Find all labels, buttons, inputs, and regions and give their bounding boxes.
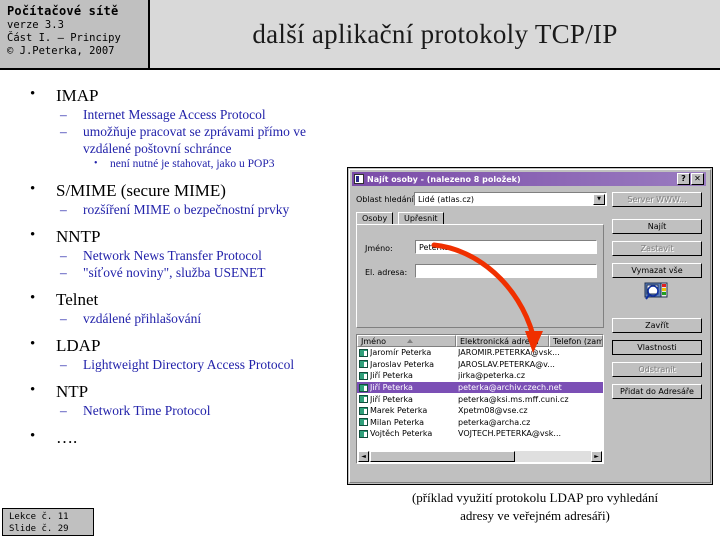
search-scope-select[interactable]: Lidé (atlas.cz) ▼: [414, 192, 607, 206]
table-row[interactable]: Marek Peterka Xpetm08@vse.cz: [357, 405, 603, 417]
column-header-email[interactable]: Elektronická adresa: [456, 335, 549, 347]
contact-card-icon: [359, 395, 368, 404]
bullet-imap-sub-1: Internet Message Access Protocol: [18, 106, 353, 123]
table-row[interactable]: Jaromír Peterka JAROMIR.PETERKA@vsk...: [357, 347, 603, 359]
add-to-address-book-button[interactable]: Přidat do Adresáře: [612, 384, 702, 399]
search-scope-label: Oblast hledání:: [356, 195, 417, 204]
cell-name: Vojtěch Peterka: [370, 429, 433, 439]
contact-card-icon: [359, 360, 368, 369]
cell-email: peterka@ksi.ms.mff.cuni.cz: [458, 394, 569, 404]
scrollbar-track[interactable]: [515, 451, 591, 462]
bullet-imap-sub-2-detail: není nutné je stahovat, jako u POP3: [18, 156, 353, 172]
results-list-header: Jméno Elektronická adresa Telefon (zam.: [357, 335, 603, 347]
close-button[interactable]: Zavřít: [612, 318, 702, 333]
sort-ascending-icon: [406, 339, 413, 343]
clear-all-button[interactable]: Vymazat vše: [612, 263, 702, 278]
email-field[interactable]: [415, 264, 597, 278]
name-field-label: Jméno:: [365, 244, 393, 253]
chevron-down-icon[interactable]: ▼: [593, 194, 605, 205]
find-people-dialog: Najít osoby - (nalezeno 8 položek) ? ✕ O…: [347, 167, 713, 485]
cell-email: jirka@peterka.cz: [458, 371, 526, 381]
horizontal-scrollbar[interactable]: ◄ ►: [358, 451, 602, 462]
slide-number: Slide č. 29: [9, 524, 69, 534]
help-button[interactable]: ?: [677, 173, 690, 185]
cell-name: Jiří Peterka: [370, 371, 413, 381]
cell-email: JAROSLAV.PETERKA@v...: [458, 359, 555, 369]
cell-email: peterka@archiv.czech.net: [458, 383, 562, 393]
bullet-nntp-sub-2: "síťové noviny", služba USENET: [18, 264, 353, 281]
figure-caption: (příklad využití protokolu LDAP pro vyhl…: [360, 489, 710, 525]
address-book-icon: [354, 174, 364, 184]
dialog-tab-panel: Jméno: Peterka El. adresa:: [356, 224, 604, 328]
results-list[interactable]: Jméno Elektronická adresa Telefon (zam. …: [356, 334, 604, 464]
scroll-right-button[interactable]: ►: [591, 451, 602, 462]
bullet-imap-sub-2: umožňuje pracovat se zprávami přímo ve v…: [18, 123, 353, 157]
bullet-more: ….: [18, 427, 353, 447]
delete-button[interactable]: Odstranit: [612, 362, 702, 377]
cell-email: Xpetm08@vse.cz: [458, 406, 528, 416]
results-rows: Jaromír Peterka JAROMIR.PETERKA@vsk... Jar…: [357, 347, 603, 440]
table-row[interactable]: Jiří Peterka peterka@ksi.ms.mff.cuni.cz: [357, 393, 603, 405]
page-title: další aplikační protokoly TCP/IP: [252, 18, 618, 49]
name-field[interactable]: Peterka: [415, 240, 597, 254]
figure-caption-line-2: adresy ve veřejném adresáři): [460, 508, 610, 523]
properties-button[interactable]: Vlastnosti: [612, 340, 702, 355]
search-scope-value: Lidé (atlas.cz): [418, 195, 474, 204]
dialog-title: Najít osoby - (nalezeno 8 položek): [367, 174, 521, 184]
cell-email: JAROMIR.PETERKA@vsk...: [458, 348, 560, 358]
contact-card-icon: [359, 406, 368, 415]
cell-name: Jaromír Peterka: [370, 348, 432, 358]
search-directory-icon: [644, 282, 668, 300]
slide-header-band: Počítačové sítě verze 3.3 Část I. – Prin…: [0, 0, 720, 70]
bullet-smime-sub-1: rozšíření MIME o bezpečnostní prvky: [18, 201, 353, 218]
bullet-nntp: NNTP: [18, 226, 353, 246]
bullet-nntp-sub-1: Network News Transfer Protocol: [18, 247, 353, 264]
table-row[interactable]: Jaroslav Peterka JAROSLAV.PETERKA@v...: [357, 359, 603, 371]
find-button[interactable]: Najít: [612, 219, 702, 234]
bullet-imap: IMAP: [18, 85, 353, 105]
slide-content: IMAP Internet Message Access Protocol um…: [18, 85, 353, 448]
column-header-name-label: Jméno: [361, 337, 387, 346]
table-row[interactable]: Vojtěch Peterka VOJTECH.PETERKA@vsk...: [357, 428, 603, 440]
dialog-titlebar: Najít osoby - (nalezeno 8 položek) ? ✕: [352, 172, 706, 186]
course-copyright: © J.Peterka, 2007: [7, 45, 115, 57]
cell-email: VOJTECH.PETERKA@vsk...: [458, 429, 562, 439]
table-row[interactable]: Jiří Peterka jirka@peterka.cz: [357, 370, 603, 382]
course-version: verze 3.3: [7, 19, 64, 31]
contact-card-icon: [359, 429, 368, 438]
contact-card-icon: [359, 371, 368, 380]
bullet-telnet-sub-1: vzdálené přihlašování: [18, 310, 353, 327]
scroll-left-button[interactable]: ◄: [358, 451, 369, 462]
cell-name: Marek Peterka: [370, 406, 428, 416]
lesson-number: Lekce č. 11: [9, 512, 69, 522]
cell-email: peterka@archa.cz: [458, 417, 531, 427]
bullet-ldap-sub-1: Lightweight Directory Access Protocol: [18, 356, 298, 373]
table-row[interactable]: Milan Peterka peterka@archa.cz: [357, 417, 603, 429]
contact-card-icon: [359, 348, 368, 357]
contact-card-icon: [359, 383, 368, 392]
email-field-label: El. adresa:: [365, 268, 408, 277]
stop-button[interactable]: Zastavit: [612, 241, 702, 256]
course-info-box: Počítačové sítě verze 3.3 Část I. – Prin…: [0, 0, 150, 68]
close-icon[interactable]: ✕: [691, 173, 704, 185]
bullet-ntp: NTP: [18, 381, 353, 401]
course-title: Počítačové sítě: [7, 4, 119, 18]
column-header-phone[interactable]: Telefon (zam.: [549, 335, 603, 347]
scrollbar-thumb[interactable]: [370, 451, 515, 462]
cell-name: Jiří Peterka: [370, 383, 413, 393]
cell-name: Jaroslav Peterka: [370, 359, 435, 369]
figure-caption-line-1: (příklad využití protokolu LDAP pro vyhl…: [411, 490, 659, 505]
bullet-ntp-sub-1: Network Time Protocol: [18, 402, 353, 419]
table-row[interactable]: Jiří Peterka peterka@archiv.czech.net: [357, 381, 603, 394]
cell-name: Jiří Peterka: [370, 394, 413, 404]
slide-footer: Lekce č. 11 Slide č. 29: [2, 508, 94, 536]
column-header-name[interactable]: Jméno: [357, 335, 456, 347]
course-part: Část I. – Principy: [7, 32, 121, 44]
contact-card-icon: [359, 418, 368, 427]
bullet-ldap: LDAP: [18, 335, 353, 355]
bullet-smime: S/MIME (secure MIME): [18, 180, 353, 200]
cell-name: Milan Peterka: [370, 417, 425, 427]
server-www-button[interactable]: Server WWW...: [612, 192, 702, 207]
bullet-telnet: Telnet: [18, 289, 353, 309]
